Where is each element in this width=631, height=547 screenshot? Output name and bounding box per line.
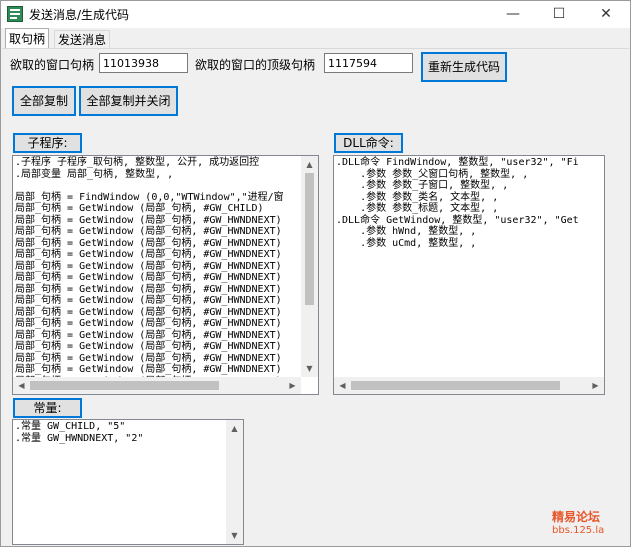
- subroutine-code-box[interactable]: .子程序 子程序_取句柄, 整数型, 公开, 成功返回控 .局部变量 局部_句柄…: [12, 155, 319, 395]
- subroutine-hscrollbar[interactable]: ◀ ▶: [13, 377, 301, 394]
- dll-hscroll-thumb[interactable]: [351, 381, 560, 390]
- tab-panel: 欲取的窗口句柄 11013938 欲取的窗口的顶级句柄 1117594 重新生成…: [2, 48, 629, 546]
- subroutine-vscroll-thumb[interactable]: [305, 173, 314, 305]
- scroll-right-arrow-icon[interactable]: ▶: [284, 377, 301, 394]
- scroll-down-arrow-icon[interactable]: ▼: [301, 360, 318, 377]
- tab-get-handle[interactable]: 取句柄: [5, 28, 50, 49]
- constants-code-box[interactable]: .常量 GW_CHILD, "5" .常量 GW_HWNDNEXT, "2" ▲…: [12, 419, 244, 545]
- tab-send-message[interactable]: 发送消息: [54, 30, 111, 49]
- dll-label[interactable]: DLL命令:: [334, 133, 403, 153]
- constants-vscrollbar[interactable]: ▲ ▼: [226, 420, 243, 544]
- subroutine-vscrollbar[interactable]: ▲ ▼: [301, 156, 318, 377]
- window-handle-label: 欲取的窗口句柄: [10, 58, 95, 72]
- dll-code: .DLL命令 FindWindow, 整数型, "user32", "Fi .参…: [336, 157, 579, 249]
- close-button[interactable]: ✕: [583, 1, 629, 28]
- dll-code-box[interactable]: .DLL命令 FindWindow, 整数型, "user32", "Fi .参…: [333, 155, 605, 395]
- window-handle-input[interactable]: 11013938: [99, 53, 188, 73]
- main-window: 发送消息/生成代码 — ☐ ✕ 取句柄 发送消息 欲取的窗口句柄 1101393…: [0, 0, 631, 547]
- subroutine-code: .子程序 子程序_取句柄, 整数型, 公开, 成功返回控 .局部变量 局部_句柄…: [15, 157, 284, 394]
- scroll-up-arrow-icon[interactable]: ▲: [226, 420, 243, 437]
- scroll-left-arrow-icon[interactable]: ◀: [13, 377, 30, 394]
- watermark-title: 精易论坛: [552, 510, 601, 524]
- watermark-url: bbs.125.la: [552, 525, 605, 536]
- regenerate-code-button[interactable]: 重新生成代码: [421, 52, 507, 82]
- copy-all-button[interactable]: 全部复制: [12, 86, 76, 116]
- constants-code: .常量 GW_CHILD, "5" .常量 GW_HWNDNEXT, "2": [15, 421, 144, 444]
- app-icon: [7, 6, 23, 22]
- subroutine-label[interactable]: 子程序:: [13, 133, 82, 153]
- copy-all-close-button[interactable]: 全部复制并关闭: [79, 86, 178, 116]
- constants-label[interactable]: 常量:: [13, 398, 82, 418]
- tab-strip: 取句柄 发送消息: [1, 28, 630, 49]
- dll-hscrollbar[interactable]: ◀ ▶: [334, 377, 604, 394]
- window-title: 发送消息/生成代码: [29, 8, 130, 22]
- title-bar: 发送消息/生成代码 — ☐ ✕: [1, 1, 630, 28]
- minimize-button[interactable]: —: [490, 1, 536, 28]
- scroll-up-arrow-icon[interactable]: ▲: [301, 156, 318, 173]
- top-handle-label: 欲取的窗口的顶级句柄: [195, 58, 316, 72]
- subroutine-hscroll-thumb[interactable]: [30, 381, 219, 390]
- scroll-left-arrow-icon[interactable]: ◀: [334, 377, 351, 394]
- maximize-button[interactable]: ☐: [536, 1, 582, 28]
- scroll-down-arrow-icon[interactable]: ▼: [226, 527, 243, 544]
- scroll-right-arrow-icon[interactable]: ▶: [587, 377, 604, 394]
- top-handle-input[interactable]: 1117594: [324, 53, 413, 73]
